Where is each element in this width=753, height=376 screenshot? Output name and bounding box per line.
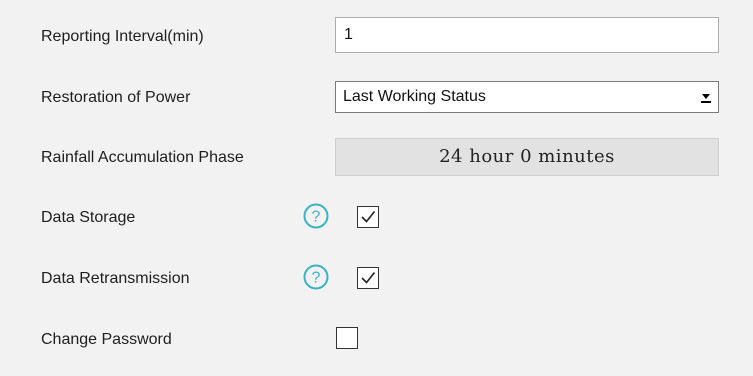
change-password-label: Change Password [41,331,172,348]
change-password-checkbox[interactable] [336,327,358,349]
data-storage-checkbox[interactable] [357,206,379,228]
dropdown-arrow-icon[interactable] [700,89,712,105]
svg-text:?: ? [312,270,321,287]
device-settings-panel: Reporting Interval(min) Restoration of P… [0,0,753,376]
data-retransmission-checkbox[interactable] [357,267,379,289]
question-circle-icon[interactable]: ? [303,264,329,290]
reporting-interval-input[interactable] [335,17,719,53]
data-storage-label: Data Storage [41,209,136,226]
rainfall-accumulation-phase-label: Rainfall Accumulation Phase [41,149,244,166]
reporting-interval-label: Reporting Interval(min) [41,28,204,45]
checkmark-icon [361,272,376,284]
question-circle-icon[interactable]: ? [303,203,329,229]
checkmark-icon [361,211,376,223]
restoration-of-power-select[interactable]: Last Working Status [335,81,719,113]
restoration-of-power-selected-value: Last Working Status [343,88,486,105]
rainfall-accumulation-phase-value: 24 hour 0 minutes [335,138,719,176]
svg-text:?: ? [312,209,321,226]
data-retransmission-label: Data Retransmission [41,270,190,287]
restoration-of-power-label: Restoration of Power [41,89,191,106]
